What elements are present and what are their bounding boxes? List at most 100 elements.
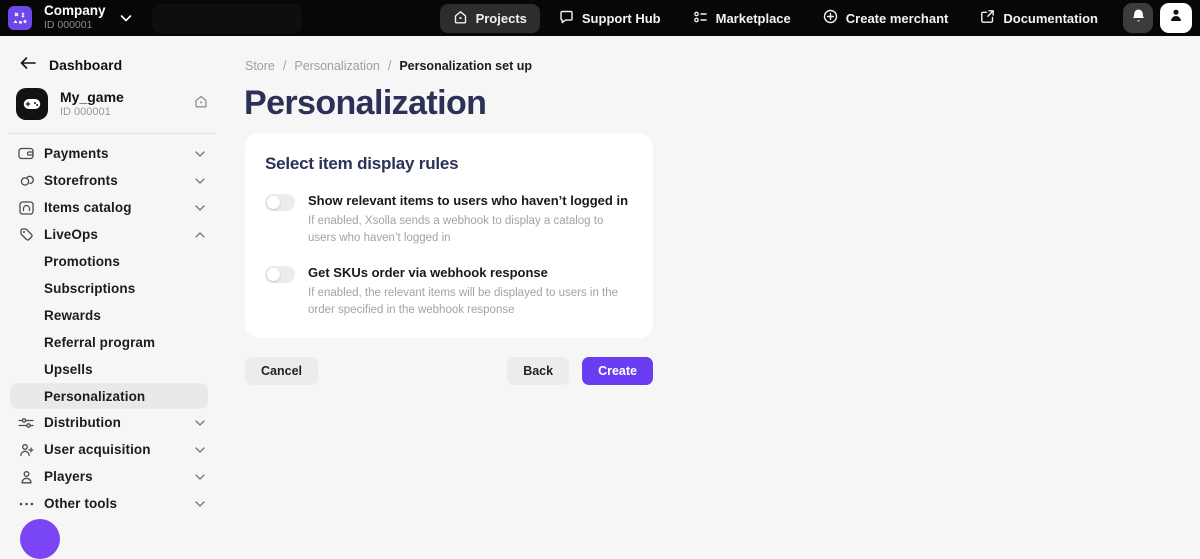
project-id: ID 000001 — [60, 106, 194, 119]
chevron-down-icon — [195, 474, 205, 480]
wallet-icon — [17, 147, 35, 160]
sidebar-item-label: Payments — [44, 146, 109, 161]
nav-create-merchant[interactable]: Create merchant — [810, 3, 962, 33]
tag-icon — [17, 227, 35, 242]
display-rules-card: Select item display rules Show relevant … — [245, 133, 653, 338]
sidebar: Dashboard My_game ID 000001 Payments — [0, 36, 224, 531]
back-arrow-icon — [20, 56, 36, 74]
sidebar-item-promotions[interactable]: Promotions — [0, 248, 224, 275]
sidebar-item-distribution[interactable]: Distribution — [0, 409, 224, 436]
sidebar-item-label: Storefronts — [44, 173, 118, 188]
dashboard-label: Dashboard — [49, 57, 122, 73]
sidebar-item-personalization[interactable]: Personalization — [10, 383, 208, 409]
chevron-down-icon — [195, 447, 205, 453]
nav-projects[interactable]: Projects — [440, 4, 540, 33]
sidebar-item-players[interactable]: Players — [0, 463, 224, 490]
breadcrumb-separator: / — [388, 59, 391, 73]
toggle-row-show-relevant-items: Show relevant items to users who haven’t… — [265, 193, 633, 246]
account-button[interactable] — [1160, 3, 1192, 33]
sidebar-item-upsells[interactable]: Upsells — [0, 356, 224, 383]
bell-icon — [1131, 8, 1146, 29]
plus-circle-icon — [823, 9, 838, 27]
sidebar-item-payments[interactable]: Payments — [0, 140, 224, 167]
project-name: My_game — [60, 89, 194, 105]
sidebar-item-label: Players — [44, 469, 93, 484]
create-button[interactable]: Create — [582, 357, 653, 385]
sidebar-item-liveops[interactable]: LiveOps — [0, 221, 224, 248]
sidebar-item-label: Distribution — [44, 415, 121, 430]
chat-bubble-icon — [559, 10, 574, 27]
home-icon[interactable] — [194, 95, 208, 113]
sliders-icon — [17, 417, 35, 429]
toggle-description: If enabled, Xsolla sends a webhook to di… — [308, 213, 633, 246]
nav-create-merchant-label: Create merchant — [846, 11, 949, 26]
external-link-icon — [980, 9, 995, 27]
person-icon — [17, 470, 35, 484]
list-icon — [693, 10, 708, 27]
company-chevron-down-icon[interactable] — [120, 15, 132, 22]
action-bar: Cancel Back Create — [245, 357, 653, 385]
topbar: Company ID 000001 Projects Support Hub M… — [0, 0, 1200, 36]
show-relevant-items-toggle[interactable] — [265, 194, 295, 211]
breadcrumb: Store / Personalization / Personalizatio… — [245, 59, 1200, 73]
back-button[interactable]: Back — [507, 357, 569, 385]
company-logo-icon[interactable] — [8, 6, 32, 30]
toggle-label: Show relevant items to users who haven’t… — [308, 193, 633, 208]
user-plus-icon — [17, 443, 35, 457]
projects-icon — [453, 10, 468, 27]
archive-box-icon — [17, 201, 35, 215]
toggle-texts: Show relevant items to users who haven’t… — [308, 193, 633, 246]
project-info: My_game ID 000001 — [60, 89, 194, 119]
nav-marketplace-label: Marketplace — [716, 11, 791, 26]
toggle-knob — [267, 196, 280, 209]
gamepad-icon — [16, 88, 48, 120]
nav-documentation-label: Documentation — [1003, 11, 1098, 26]
toggle-texts: Get SKUs order via webhook response If e… — [308, 265, 633, 318]
sidebar-item-user-acquisition[interactable]: User acquisition — [0, 436, 224, 463]
nav-support-hub-label: Support Hub — [582, 11, 661, 26]
sidebar-item-storefronts[interactable]: Storefronts — [0, 167, 224, 194]
toggle-description: If enabled, the relevant items will be d… — [308, 285, 633, 318]
topbar-nav: Projects Support Hub Marketplace Create … — [440, 3, 1111, 33]
company-block[interactable]: Company ID 000001 — [44, 4, 106, 31]
nav-documentation[interactable]: Documentation — [967, 3, 1111, 33]
nav-support-hub[interactable]: Support Hub — [546, 4, 674, 33]
breadcrumb-store[interactable]: Store — [245, 59, 275, 73]
chevron-down-icon — [195, 205, 205, 211]
back-to-dashboard[interactable]: Dashboard — [20, 50, 224, 80]
toggle-label: Get SKUs order via webhook response — [308, 265, 633, 280]
nav-marketplace[interactable]: Marketplace — [680, 4, 804, 33]
breadcrumb-separator: / — [283, 59, 286, 73]
toggle-row-skus-order: Get SKUs order via webhook response If e… — [265, 265, 633, 318]
tags-icon — [17, 173, 35, 188]
sidebar-item-label: User acquisition — [44, 442, 151, 457]
chevron-up-icon — [195, 232, 205, 238]
skus-order-toggle[interactable] — [265, 266, 295, 283]
chevron-down-icon — [195, 178, 205, 184]
sidebar-item-rewards[interactable]: Rewards — [0, 302, 224, 329]
nav-projects-label: Projects — [476, 11, 527, 26]
ellipsis-icon — [17, 502, 35, 506]
user-icon — [1169, 8, 1183, 28]
sidebar-item-subscriptions[interactable]: Subscriptions — [0, 275, 224, 302]
breadcrumb-current: Personalization set up — [399, 59, 532, 73]
page-title: Personalization — [244, 86, 1200, 120]
sidebar-item-label: LiveOps — [44, 227, 98, 242]
breadcrumb-personalization[interactable]: Personalization — [294, 59, 379, 73]
main-content: Store / Personalization / Personalizatio… — [224, 36, 1200, 531]
sidebar-item-referral-program[interactable]: Referral program — [0, 329, 224, 356]
sidebar-item-items-catalog[interactable]: Items catalog — [0, 194, 224, 221]
company-id: ID 000001 — [44, 20, 106, 32]
notifications-button[interactable] — [1123, 3, 1153, 33]
project-switcher[interactable]: My_game ID 000001 — [16, 84, 210, 124]
sidebar-item-other-tools[interactable]: Other tools — [0, 490, 224, 517]
sidebar-divider — [8, 133, 216, 134]
sidebar-item-label: Items catalog — [44, 200, 132, 215]
chevron-down-icon — [195, 501, 205, 507]
topbar-panel — [152, 4, 302, 33]
topbar-right — [1123, 3, 1192, 33]
help-fab-button[interactable] — [20, 519, 60, 559]
company-name: Company — [44, 4, 106, 19]
cancel-button[interactable]: Cancel — [245, 357, 318, 385]
chevron-down-icon — [195, 151, 205, 157]
